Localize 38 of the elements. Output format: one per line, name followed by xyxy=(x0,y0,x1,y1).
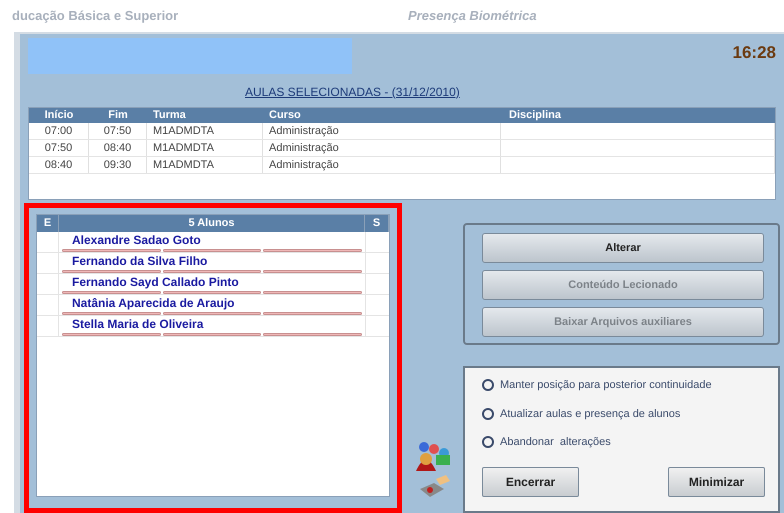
column-header: Turma xyxy=(153,109,186,121)
student-name[interactable]: Fernando da Silva Filho xyxy=(62,253,362,268)
column-header: Disciplina xyxy=(509,109,561,121)
table-cell: M1ADMDTA xyxy=(153,159,214,171)
action-button[interactable]: Minimizar xyxy=(668,466,765,496)
action-button[interactable]: Encerrar xyxy=(482,466,579,496)
table-cell: Administração xyxy=(269,159,339,171)
app-title: Presença Biométrica xyxy=(408,7,537,26)
column-header: Fim xyxy=(108,109,128,121)
column-header: S xyxy=(372,217,380,229)
student-name[interactable]: Stella Maria de Oliveira xyxy=(62,316,362,331)
radio-button[interactable] xyxy=(482,436,494,448)
action-button[interactable]: Alterar xyxy=(482,233,764,263)
radio-button[interactable] xyxy=(482,379,494,392)
table-cell: 07:50 xyxy=(104,125,132,137)
column-header: E xyxy=(44,217,52,229)
column-header: Curso xyxy=(269,109,301,121)
table-cell: 08:40 xyxy=(104,142,132,154)
table-cell: M1ADMDTA xyxy=(153,142,214,154)
column-header: 5 Alunos xyxy=(188,217,235,229)
table-cell: M1ADMDTA xyxy=(153,125,214,137)
option-label: Atualizar aulas e presença de alunos xyxy=(500,406,680,422)
table-cell: Administração xyxy=(269,125,339,137)
table-cell: 07:50 xyxy=(44,142,72,154)
student-name[interactable]: Natânia Aparecida de Araujo xyxy=(62,295,362,310)
clock-time: 16:28 xyxy=(732,42,777,64)
table-cell: Administração xyxy=(269,142,339,154)
table-cell: 08:40 xyxy=(44,159,72,171)
table-cell: 07:00 xyxy=(44,125,72,137)
radio-button[interactable] xyxy=(482,408,494,420)
lessons-title: AULAS SELECIONADAS - (31/12/2010) xyxy=(245,85,460,99)
column-header: Início xyxy=(44,109,74,121)
app-title: ducação Básica e Superior xyxy=(11,7,180,26)
option-label: Abandonar alterações xyxy=(500,435,611,450)
student-name[interactable]: Alexandre Sadao Goto xyxy=(62,232,362,247)
student-name[interactable]: Fernando Sayd Callado Pinto xyxy=(62,274,362,289)
table-cell: 09:30 xyxy=(104,159,132,171)
option-label: Manter posição para posterior continuidade xyxy=(500,378,712,393)
